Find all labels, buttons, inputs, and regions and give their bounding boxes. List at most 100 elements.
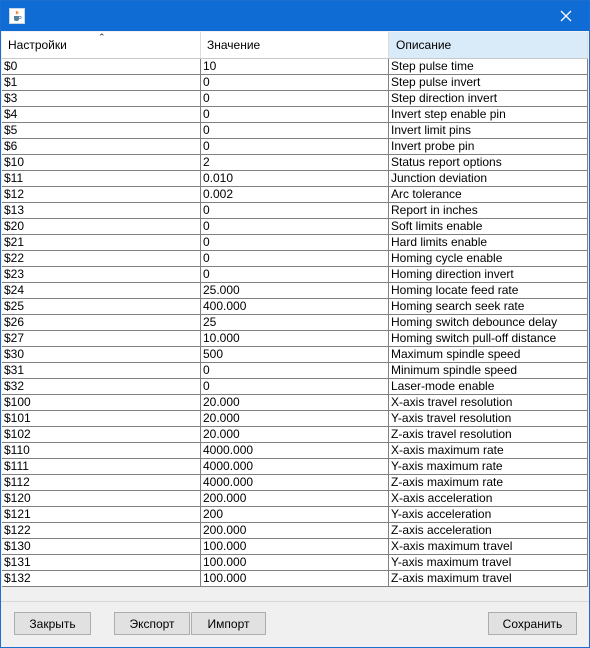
value-cell[interactable]: 0 <box>201 235 389 251</box>
value-cell[interactable]: 2 <box>201 155 389 171</box>
value-cell[interactable]: 500 <box>201 347 389 363</box>
column-header-description[interactable]: Описание <box>389 32 588 58</box>
table-row[interactable]: $31 0 Minimum spindle speed <box>2 363 588 379</box>
export-button[interactable]: Экспорт <box>114 612 190 635</box>
table-row[interactable]: $21 0 Hard limits enable <box>2 235 588 251</box>
value-cell[interactable]: 4000.000 <box>201 459 389 475</box>
table-row[interactable]: $0 10 Step pulse time <box>2 59 588 75</box>
description-cell: Report in inches <box>389 203 588 219</box>
table-row[interactable]: $130 100.000 X-axis maximum travel <box>2 539 588 555</box>
value-cell[interactable]: 0 <box>201 251 389 267</box>
settings-table: ⌃ Настройки Значение Описание $0 10 Step p… <box>2 32 588 587</box>
value-cell[interactable]: 20.000 <box>201 427 389 443</box>
description-cell: Laser-mode enable <box>389 379 588 395</box>
value-cell[interactable]: 200.000 <box>201 491 389 507</box>
description-cell: Y-axis travel resolution <box>389 411 588 427</box>
table-row[interactable]: $13 0 Report in inches <box>2 203 588 219</box>
close-window-button[interactable] <box>543 1 589 31</box>
setting-cell: $23 <box>2 267 201 283</box>
save-button[interactable]: Сохранить <box>488 612 577 635</box>
description-cell: Invert probe pin <box>389 139 588 155</box>
setting-cell: $30 <box>2 347 201 363</box>
value-cell[interactable]: 0 <box>201 91 389 107</box>
value-cell[interactable]: 4000.000 <box>201 443 389 459</box>
table-row[interactable]: $6 0 Invert probe pin <box>2 139 588 155</box>
sort-ascending-icon: ⌃ <box>98 32 106 42</box>
setting-cell: $120 <box>2 491 201 507</box>
table-row[interactable]: $5 0 Invert limit pins <box>2 123 588 139</box>
table-row[interactable]: $4 0 Invert step enable pin <box>2 107 588 123</box>
value-cell[interactable]: 20.000 <box>201 411 389 427</box>
value-cell[interactable]: 25 <box>201 315 389 331</box>
value-cell[interactable]: 100.000 <box>201 555 389 571</box>
value-cell[interactable]: 100.000 <box>201 539 389 555</box>
table-row[interactable]: $24 25.000 Homing locate feed rate <box>2 283 588 299</box>
value-cell[interactable]: 400.000 <box>201 299 389 315</box>
table-row[interactable]: $101 20.000 Y-axis travel resolution <box>2 411 588 427</box>
description-cell: Z-axis maximum rate <box>389 475 588 491</box>
description-cell: Minimum spindle speed <box>389 363 588 379</box>
table-row[interactable]: $131 100.000 Y-axis maximum travel <box>2 555 588 571</box>
title-bar[interactable] <box>1 1 589 31</box>
value-cell[interactable]: 20.000 <box>201 395 389 411</box>
java-coffee-cup-icon <box>9 8 25 24</box>
setting-cell: $1 <box>2 75 201 91</box>
column-header-settings[interactable]: ⌃ Настройки <box>2 32 201 58</box>
value-cell[interactable]: 10.000 <box>201 331 389 347</box>
value-cell[interactable]: 100.000 <box>201 571 389 587</box>
import-button[interactable]: Импорт <box>191 612 266 635</box>
table-row[interactable]: $25 400.000 Homing search seek rate <box>2 299 588 315</box>
setting-cell: $13 <box>2 203 201 219</box>
description-cell: Soft limits enable <box>389 219 588 235</box>
value-cell[interactable]: 0 <box>201 363 389 379</box>
value-cell[interactable]: 4000.000 <box>201 475 389 491</box>
table-row[interactable]: $3 0 Step direction invert <box>2 91 588 107</box>
description-cell: Y-axis maximum travel <box>389 555 588 571</box>
table-row[interactable]: $102 20.000 Z-axis travel resolution <box>2 427 588 443</box>
table-row[interactable]: $20 0 Soft limits enable <box>2 219 588 235</box>
table-row[interactable]: $100 20.000 X-axis travel resolution <box>2 395 588 411</box>
description-cell: X-axis maximum travel <box>389 539 588 555</box>
setting-cell: $100 <box>2 395 201 411</box>
setting-cell: $21 <box>2 235 201 251</box>
table-row[interactable]: $132 100.000 Z-axis maximum travel <box>2 571 588 587</box>
description-cell: Invert limit pins <box>389 123 588 139</box>
table-row[interactable]: $120 200.000 X-axis acceleration <box>2 491 588 507</box>
table-row[interactable]: $1 0 Step pulse invert <box>2 75 588 91</box>
value-cell[interactable]: 0 <box>201 203 389 219</box>
close-button[interactable]: Закрыть <box>14 612 91 635</box>
value-cell[interactable]: 0.010 <box>201 171 389 187</box>
value-cell[interactable]: 0 <box>201 267 389 283</box>
value-cell[interactable]: 0 <box>201 219 389 235</box>
value-cell[interactable]: 0 <box>201 123 389 139</box>
table-row[interactable]: $121 200 Y-axis acceleration <box>2 507 588 523</box>
value-cell[interactable]: 0 <box>201 139 389 155</box>
value-cell[interactable]: 25.000 <box>201 283 389 299</box>
table-row[interactable]: $112 4000.000 Z-axis maximum rate <box>2 475 588 491</box>
value-cell[interactable]: 0 <box>201 107 389 123</box>
value-cell[interactable]: 0 <box>201 379 389 395</box>
table-row[interactable]: $122 200.000 Z-axis acceleration <box>2 523 588 539</box>
table-row[interactable]: $10 2 Status report options <box>2 155 588 171</box>
table-row[interactable]: $110 4000.000 X-axis maximum rate <box>2 443 588 459</box>
setting-cell: $31 <box>2 363 201 379</box>
table-row[interactable]: $22 0 Homing cycle enable <box>2 251 588 267</box>
setting-cell: $110 <box>2 443 201 459</box>
table-row[interactable]: $32 0 Laser-mode enable <box>2 379 588 395</box>
table-row[interactable]: $26 25 Homing switch debounce delay <box>2 315 588 331</box>
table-row[interactable]: $12 0.002 Arc tolerance <box>2 187 588 203</box>
table-row[interactable]: $27 10.000 Homing switch pull-off distance <box>2 331 588 347</box>
description-cell: Y-axis maximum rate <box>389 459 588 475</box>
column-header-value[interactable]: Значение <box>201 32 389 58</box>
table-row[interactable]: $23 0 Homing direction invert <box>2 267 588 283</box>
value-cell[interactable]: 200.000 <box>201 523 389 539</box>
value-cell[interactable]: 0.002 <box>201 187 389 203</box>
table-row[interactable]: $11 0.010 Junction deviation <box>2 171 588 187</box>
value-cell[interactable]: 200 <box>201 507 389 523</box>
table-row[interactable]: $111 4000.000 Y-axis maximum rate <box>2 459 588 475</box>
value-cell[interactable]: 10 <box>201 59 389 75</box>
setting-cell: $32 <box>2 379 201 395</box>
setting-cell: $11 <box>2 171 201 187</box>
value-cell[interactable]: 0 <box>201 75 389 91</box>
table-row[interactable]: $30 500 Maximum spindle speed <box>2 347 588 363</box>
